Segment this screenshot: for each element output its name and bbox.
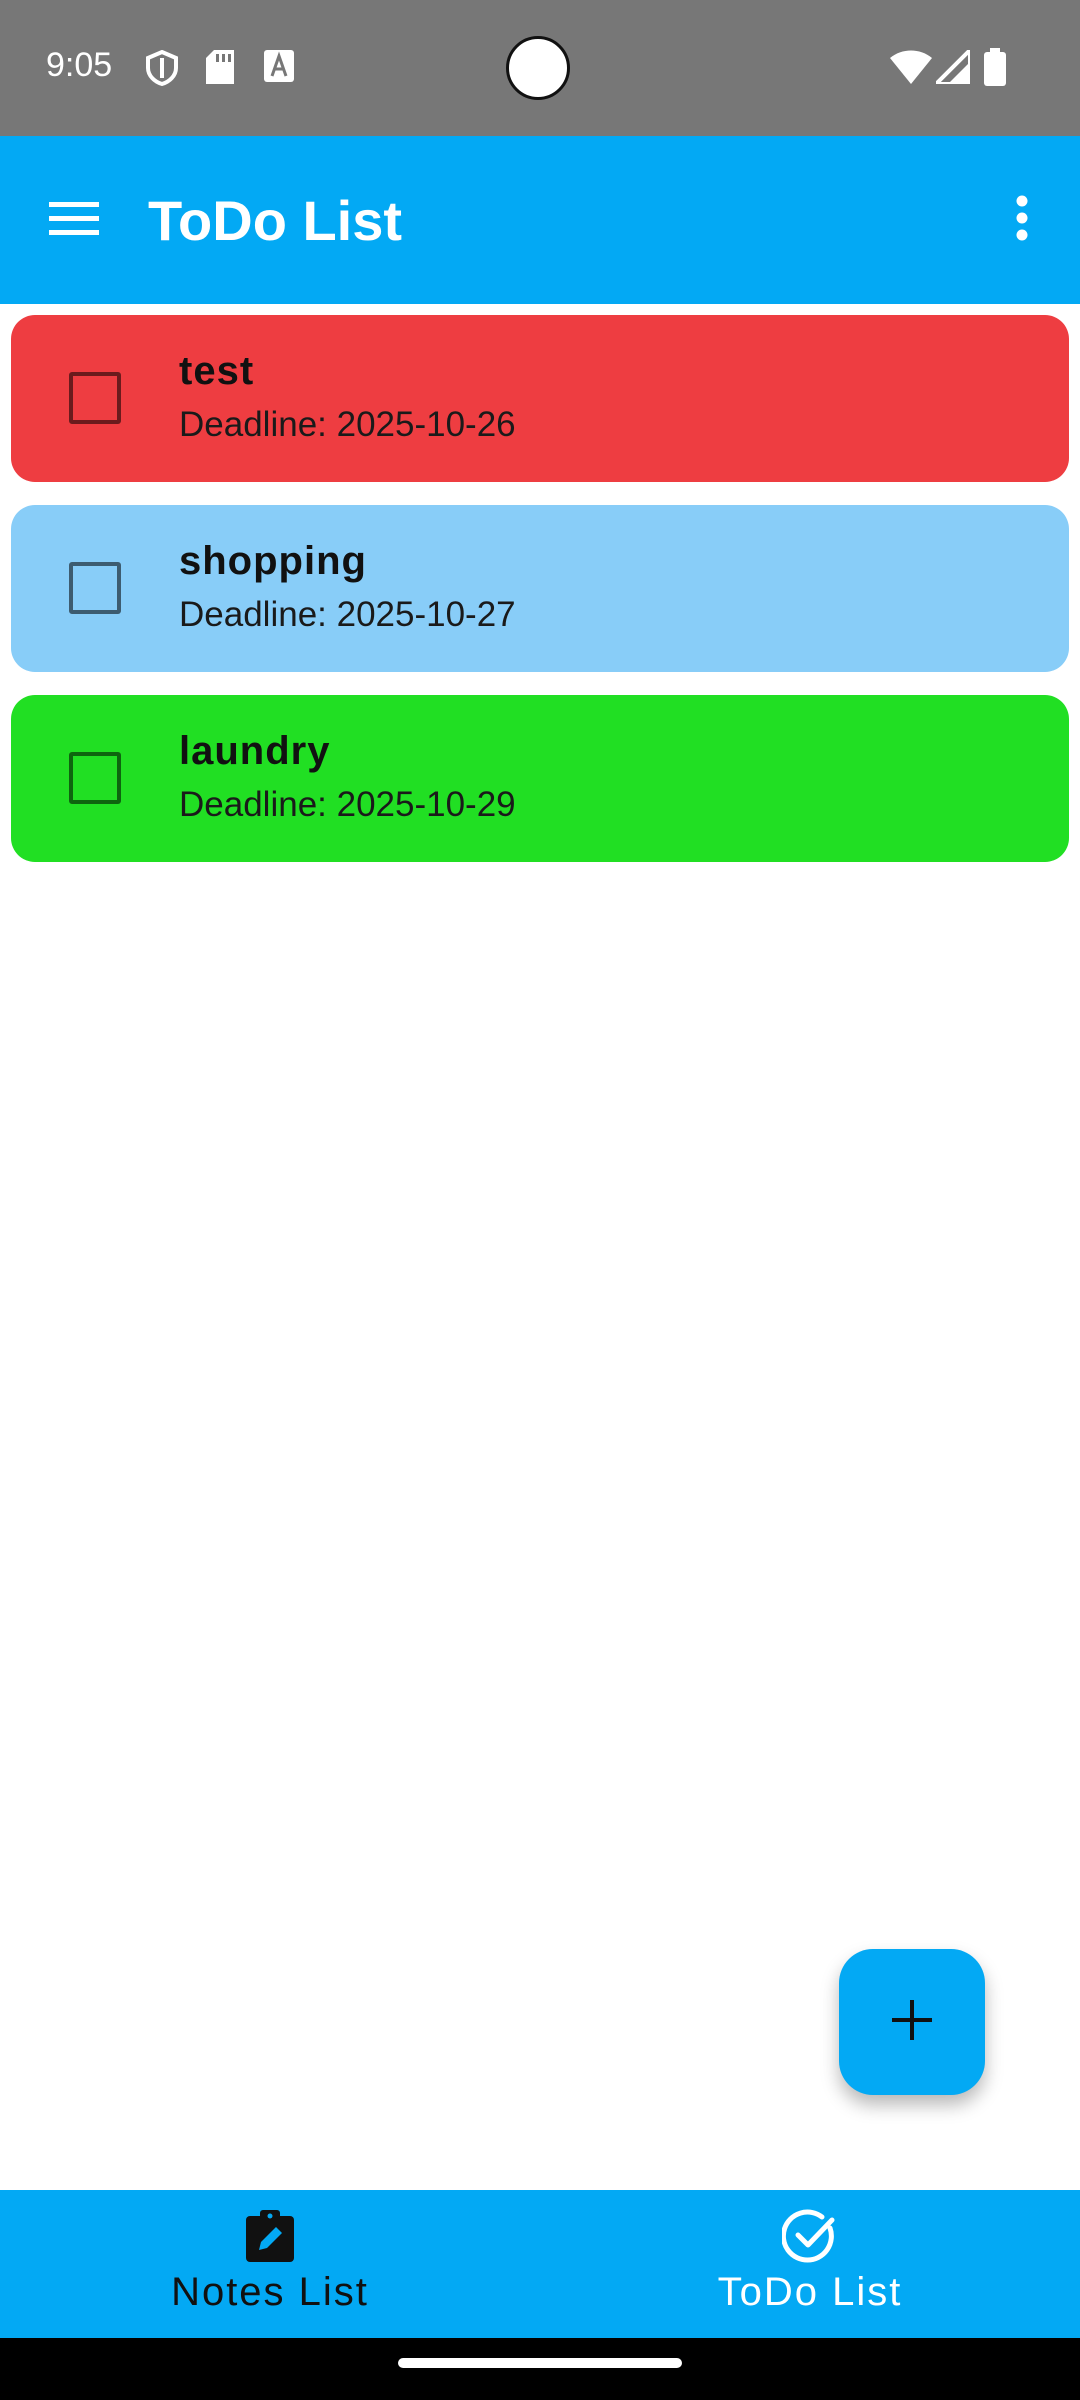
- camera-cutout: [506, 36, 570, 100]
- todo-title: test: [179, 349, 255, 393]
- todo-checkbox[interactable]: [69, 752, 121, 804]
- app-bar: ToDo List: [0, 136, 1080, 304]
- sd-card-icon: [206, 50, 234, 89]
- wifi-icon: [890, 50, 932, 89]
- overflow-menu-button[interactable]: [992, 186, 1052, 254]
- todo-item[interactable]: laundry Deadline: 2025-10-29: [11, 695, 1069, 862]
- more-vert-icon: [1015, 195, 1029, 246]
- home-gesture-handle[interactable]: [398, 2358, 682, 2368]
- system-navigation-bar: [0, 2338, 1080, 2400]
- phone-screen: 9:05 ToDo List test Deadline: 2025-10-26…: [0, 0, 1080, 2400]
- bottom-navigation: Notes List ToDo List: [0, 2190, 1080, 2338]
- todo-title: laundry: [179, 729, 331, 773]
- nav-label: Notes List: [171, 2270, 369, 2314]
- hamburger-menu-icon: [49, 200, 99, 241]
- status-time: 9:05: [46, 46, 113, 84]
- todo-item[interactable]: shopping Deadline: 2025-10-27: [11, 505, 1069, 672]
- nav-item-todo-list[interactable]: ToDo List: [540, 2190, 1080, 2338]
- status-bar: 9:05: [0, 0, 1080, 136]
- todo-deadline: Deadline: 2025-10-26: [179, 405, 516, 444]
- plus-icon: [892, 1999, 932, 2045]
- signal-icon: [931, 45, 972, 89]
- todo-checkbox[interactable]: [69, 562, 121, 614]
- check-circle-icon: [780, 2208, 838, 2264]
- todo-deadline: Deadline: 2025-10-29: [179, 785, 516, 824]
- clipboard-edit-icon: [242, 2208, 298, 2264]
- todo-list: test Deadline: 2025-10-26 shopping Deadl…: [11, 315, 1069, 885]
- todo-title: shopping: [179, 539, 367, 583]
- page-title: ToDo List: [148, 189, 403, 252]
- font-a-icon: [264, 50, 294, 87]
- battery-icon: [984, 48, 1006, 91]
- shield-icon: [146, 49, 178, 91]
- todo-item[interactable]: test Deadline: 2025-10-26: [11, 315, 1069, 482]
- add-todo-button[interactable]: [839, 1949, 985, 2095]
- nav-item-notes-list[interactable]: Notes List: [0, 2190, 540, 2338]
- todo-checkbox[interactable]: [69, 372, 121, 424]
- nav-label: ToDo List: [717, 2270, 903, 2314]
- todo-deadline: Deadline: 2025-10-27: [179, 595, 516, 634]
- menu-button[interactable]: [36, 186, 112, 254]
